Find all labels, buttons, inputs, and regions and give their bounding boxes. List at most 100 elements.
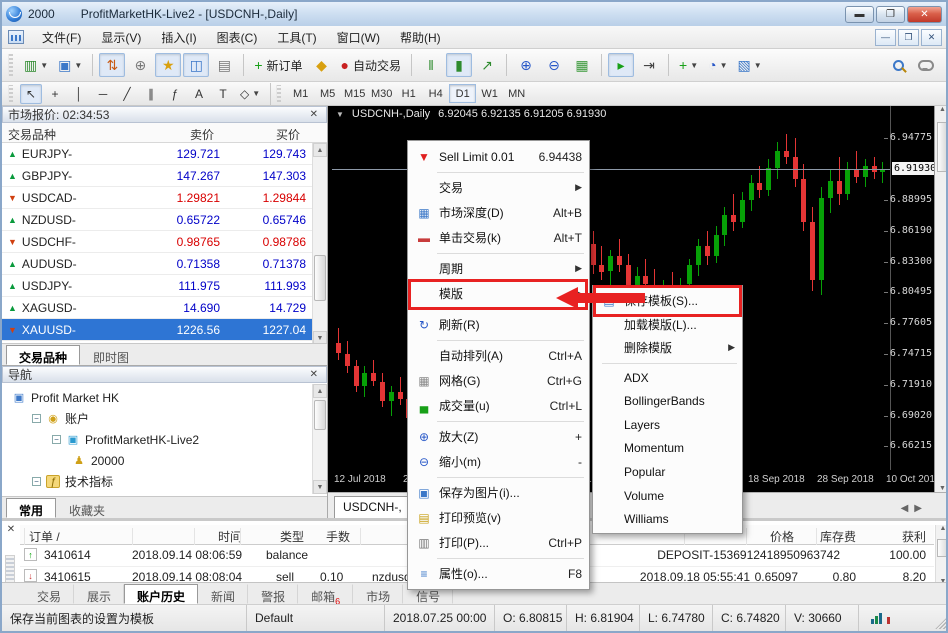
terminal-tab[interactable]: 警报 [248,584,298,604]
period-selector-button[interactable]: ◔▼ [704,53,731,77]
bar-chart-mode-button[interactable]: ‖ [418,53,444,77]
terminal-tab[interactable]: 交易 [24,584,74,604]
tree-expand-icon[interactable]: − [52,435,61,444]
menu-3[interactable]: 图表(C) [207,26,268,49]
market-row[interactable]: ▲EURJPY- 129.721 129.743 [2,143,327,165]
tab-scroll-left-icon[interactable]: ◀ [901,503,909,514]
maximize-button[interactable]: ❐ [876,6,905,23]
mdi-close-button[interactable]: ✕ [921,29,942,46]
data-window-button[interactable]: ⊕ [127,53,153,77]
menu-item[interactable]: ↻ 刷新(R) [409,312,588,337]
market-row[interactable]: ▼XAUUSD- 1226.56 1227.04 [2,319,327,341]
menu-item[interactable]: 交易 ▶ [409,175,588,200]
terminal-tab[interactable]: 展示 [74,584,124,604]
tree-item[interactable]: − ◉ 账户 [8,408,327,429]
tree-expand-icon[interactable]: − [32,477,41,486]
menu-item[interactable]: ▦ 市场深度(D) Alt+B [409,200,588,225]
zoom-in-button[interactable]: ⊕ [513,53,539,77]
text-label-tool[interactable]: T [212,84,234,104]
menu-item[interactable]: ▤ 打印预览(v) [409,505,588,530]
menu-0[interactable]: 文件(F) [32,26,91,49]
timeframe-M15[interactable]: M15 [341,84,368,103]
menu-item[interactable]: 加载模版(L)... [594,313,741,337]
toolbar-grip[interactable] [8,54,13,76]
navigator-tab[interactable]: 常用 [6,498,56,518]
menu-item[interactable]: ▣ 保存为图片(i)... [409,480,588,505]
menu-5[interactable]: 窗口(W) [327,26,390,49]
menu-item[interactable]: ▄ 成交量(u) Ctrl+L [409,393,588,418]
market-row[interactable]: ▲AUDUSD- 0.71358 0.71378 [2,253,327,275]
tree-item[interactable]: − ▣ ProfitMarketHK-Live2 [8,429,327,450]
column-bid[interactable]: 卖价 [140,123,220,142]
timeframe-M5[interactable]: M5 [314,84,341,103]
market-row[interactable]: ▲NZDUSD- 0.65722 0.65746 [2,209,327,231]
line-chart-mode-button[interactable]: ↗ [474,53,500,77]
mdi-minimize-button[interactable]: — [875,29,896,46]
column-symbol[interactable]: 交易品种 [2,123,140,142]
chevron-down-icon[interactable]: ▼ [754,61,762,70]
menu-item[interactable]: ▼ Sell Limit 0.01 6.94438 [409,144,588,169]
market-watch-toggle-button[interactable]: ⇅ [99,53,125,77]
chart-window-icon[interactable] [8,30,24,44]
menu-item[interactable]: 删除模版 ▶ [594,336,741,360]
market-row[interactable]: ▲XAGUSD- 14.690 14.729 [2,297,327,319]
tile-windows-button[interactable]: ▦ [569,53,595,77]
market-row[interactable]: ▲GBPJPY- 147.267 147.303 [2,165,327,187]
terminal-tab[interactable]: 账户历史 [124,584,198,604]
close-icon[interactable]: ✕ [4,524,18,538]
market-watch-tab[interactable]: 即时图 [80,345,142,365]
menu-1[interactable]: 显示(V) [91,26,151,49]
tree-item[interactable]: ♟ 20000 [8,450,327,471]
timeframe-M30[interactable]: M30 [368,84,395,103]
menu-item[interactable]: ▦ 网格(G) Ctrl+G [409,368,588,393]
timeframe-M1[interactable]: M1 [287,84,314,103]
chevron-down-icon[interactable]: ▼ [40,61,48,70]
toolbar-grip[interactable] [276,85,281,101]
menu-item[interactable]: ADX [594,366,741,390]
column-ask[interactable]: 买价 [220,123,306,142]
terminal-toggle-button[interactable]: ◫ [183,53,209,77]
terminal-scrollbar[interactable]: ▲ ▼ [935,525,948,585]
resize-grip[interactable] [935,616,948,629]
chart-scrollbar[interactable]: ▲ ▼ [934,106,948,492]
menu-item[interactable]: ▥ 打印(P)... Ctrl+P [409,530,588,555]
menu-item[interactable]: ⊕ 放大(Z) + [409,424,588,449]
column-header[interactable]: 获利 [816,528,926,545]
terminal-tab[interactable]: 邮箱6 [298,584,353,604]
auto-scroll-button[interactable]: ▸ [608,53,634,77]
text-tool[interactable]: A [188,84,210,104]
terminal-tab[interactable]: 新闻 [198,584,248,604]
market-row[interactable]: ▼USDCHF- 0.98765 0.98786 [2,231,327,253]
navigator-tab[interactable]: 收藏夹 [56,498,118,518]
menu-item[interactable]: 周期 ▶ [409,256,588,281]
menu-item[interactable]: ⊖ 缩小(m) - [409,449,588,474]
close-icon[interactable]: ✕ [307,109,321,120]
menu-item[interactable]: Volume [594,484,741,508]
metaeditor-button[interactable]: ◆ [309,53,335,77]
search-icon[interactable] [885,53,911,77]
add-indicator-button[interactable]: +▼ [675,53,702,77]
close-icon[interactable]: ✕ [307,369,321,380]
market-watch-tab[interactable]: 交易品种 [6,345,80,365]
menu-item[interactable]: ≡ 属性(o)... F8 [409,561,588,586]
chevron-down-icon[interactable]: ▼ [690,61,698,70]
menu-2[interactable]: 插入(I) [151,26,206,49]
timeframe-MN[interactable]: MN [503,84,530,103]
menu-4[interactable]: 工具(T) [267,26,326,49]
price-axis[interactable]: 6.947756.889956.861906.833006.804956.776… [890,106,934,470]
menu-item[interactable]: Layers [594,413,741,437]
crosshair-tool[interactable]: + [44,84,66,104]
column-header[interactable]: 订单 / [24,528,60,545]
chevron-down-icon[interactable]: ▼ [74,61,82,70]
market-row[interactable]: ▲USDJPY- 111.975 111.993 [2,275,327,297]
close-button[interactable]: ✕ [907,6,942,23]
market-row[interactable]: ▼USDCAD- 1.29821 1.29844 [2,187,327,209]
tree-item[interactable]: ▣ Profit Market HK [8,387,327,408]
menu-item[interactable]: 自动排列(A) Ctrl+A [409,343,588,368]
horizontal-line-tool[interactable]: ─ [92,84,114,104]
chart-tab[interactable]: USDCNH-, [334,496,417,518]
cursor-tool[interactable]: ↖ [20,84,42,104]
community-chat-icon[interactable] [913,53,939,77]
toolbar-grip[interactable] [8,85,13,101]
strategy-tester-button[interactable]: ▤ [211,53,237,77]
